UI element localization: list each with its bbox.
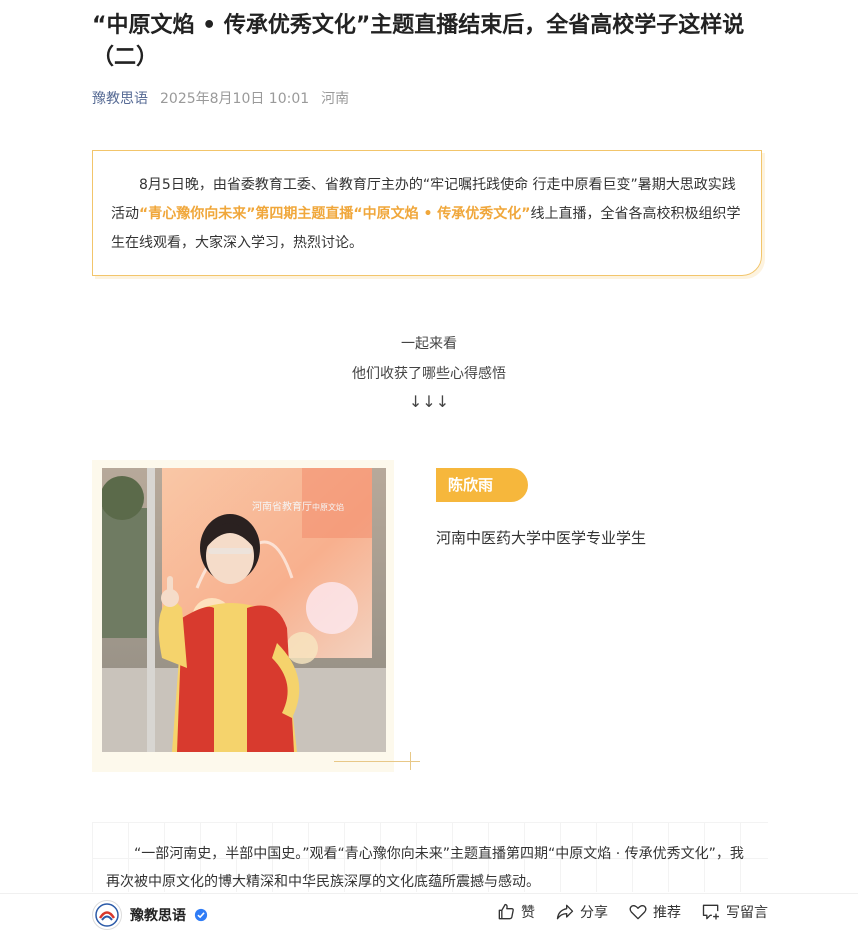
share-button[interactable]: 分享	[555, 902, 608, 922]
account-name: 豫教思语	[130, 908, 186, 924]
article-meta: 豫教思语 2025年8月10日 10:01 河南	[92, 88, 349, 108]
decorative-line	[334, 761, 420, 762]
account-logo-icon	[95, 903, 119, 927]
heart-icon	[629, 905, 647, 920]
share-label: 分享	[580, 905, 608, 921]
student-photo-card: 河南省教育厅 中原文焰	[92, 460, 394, 772]
account-info[interactable]: 豫教思语	[92, 900, 208, 930]
article-title: “中原文焰 • 传承优秀文化”主题直播结束后，全省高校学子这样说（二）	[92, 13, 745, 70]
intro-highlight: “青心豫你向未来”第四期主题直播“中原文焰 • 传承优秀文化”	[139, 206, 531, 222]
thumbs-up-icon	[498, 903, 514, 920]
comment-button[interactable]: 写留言	[701, 902, 768, 922]
publish-location: 河南	[321, 91, 350, 107]
account-avatar[interactable]	[92, 900, 122, 930]
recommend-label: 推荐	[653, 905, 681, 921]
verified-icon	[194, 908, 208, 922]
comment-plus-icon	[702, 904, 719, 920]
decorative-cross	[410, 752, 411, 770]
recommend-button[interactable]: 推荐	[628, 902, 681, 922]
bottom-action-bar: 豫教思语 赞 分享 推荐 写留言	[0, 893, 858, 936]
lead-line-1: 一起来看	[401, 336, 457, 352]
student-quote: “一部河南史，半部中国史。”观看“青心豫你向未来”主题直播第四期“中原文焰 · …	[92, 822, 768, 892]
lead-line-2: 他们收获了哪些心得感悟	[352, 366, 506, 382]
intro-paragraph: 8月5日晚，由省委教育工委、省教育厅主办的“牢记嘱托践使命 行走中原看巨变”暑期…	[111, 171, 743, 258]
banner-text-1: 河南省教育厅	[252, 500, 312, 513]
comment-label: 写留言	[726, 905, 768, 921]
student-photo[interactable]: 河南省教育厅 中原文焰	[102, 468, 386, 752]
publish-datetime: 2025年8月10日 10:01	[160, 91, 310, 107]
banner-text-2: 中原文焰	[312, 502, 344, 512]
action-group: 赞 分享 推荐 写留言	[496, 902, 768, 922]
student-name-badge: 陈欣雨	[436, 468, 528, 502]
quote-text: “一部河南史，半部中国史。”观看“青心豫你向未来”主题直播第四期“中原文焰 · …	[106, 846, 744, 890]
student-school: 河南中医药大学中医学专业学生	[436, 529, 647, 547]
like-label: 赞	[521, 905, 535, 921]
like-button[interactable]: 赞	[496, 902, 535, 922]
source-account-link[interactable]: 豫教思语	[92, 88, 148, 108]
intro-box: 8月5日晚，由省委教育工委、省教育厅主办的“牢记嘱托践使命 行走中原看巨变”暑期…	[92, 150, 762, 276]
share-icon	[556, 904, 574, 920]
down-arrows: ↓↓↓	[408, 392, 450, 411]
